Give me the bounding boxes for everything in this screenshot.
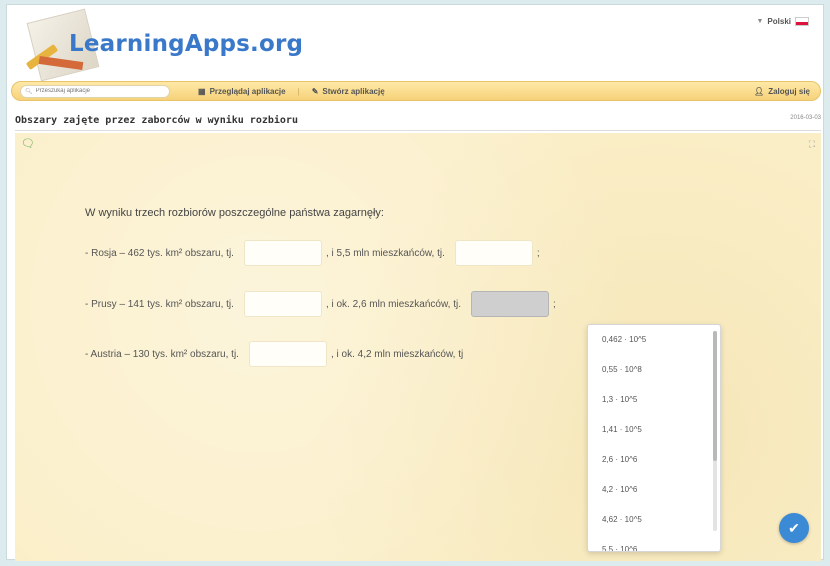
browse-apps-label: Przeglądaj aplikacje <box>209 86 286 96</box>
answer-blank[interactable] <box>243 291 322 317</box>
dropdown-option[interactable]: 0,462 · 10^5 <box>588 325 720 355</box>
pencil-icon: ✎ <box>311 86 319 96</box>
logo[interactable]: LearningApps.org <box>17 8 317 82</box>
login-link[interactable]: 👤︎ Zaloguj się <box>754 87 810 96</box>
dropdown-option[interactable]: 5,5 · 10^6 <box>588 535 720 551</box>
app-date: 2016-03-03 <box>790 115 821 121</box>
dropdown-scrollbar[interactable] <box>713 331 717 531</box>
line-text: - Rosja – 462 tys. km² obszaru, tj. <box>85 247 234 259</box>
answer-blank[interactable] <box>243 240 322 266</box>
answer-blank[interactable] <box>454 240 533 266</box>
logo-text: LearningApps.org <box>69 31 304 57</box>
fullscreen-icon[interactable]: ⛶ <box>809 139 815 150</box>
login-label: Zaloguj się <box>768 86 810 96</box>
app-title: Obszary zajęte przez zaborców w wyniku r… <box>15 115 298 126</box>
dropdown-option[interactable]: 4,2 · 10^6 <box>588 475 720 505</box>
help-icon[interactable]: 🗨︎ <box>21 139 35 150</box>
line-text: , i ok. 4,2 mln mieszkańców, tj <box>330 348 464 360</box>
scrollbar-thumb[interactable] <box>713 331 717 461</box>
nav-divider: | <box>297 86 300 96</box>
dropdown-option[interactable]: 1,41 · 10^5 <box>588 415 720 445</box>
check-icon: ✔ <box>788 519 800 536</box>
intro-text: W wyniku trzech rozbiorów poszczególne p… <box>85 207 384 219</box>
answer-blank-active[interactable] <box>471 291 549 317</box>
create-app-link[interactable]: ✎ Stwórz aplikację <box>312 87 385 96</box>
language-label: Polski <box>767 17 791 26</box>
dropdown-option[interactable]: 2,6 · 10^6 <box>588 445 720 475</box>
answer-dropdown: 0,462 · 10^5 0,55 · 10^8 1,3 · 10^5 1,41… <box>587 324 721 552</box>
line-text: , i 5,5 mln mieszkańców, tj. <box>325 247 445 259</box>
question-line-prussia: - Prusy – 141 tys. km² obszaru, tj. , i … <box>85 291 556 317</box>
line-text: - Prusy – 141 tys. km² obszaru, tj. <box>85 298 234 310</box>
user-icon: 👤︎ <box>754 86 765 96</box>
app-title-row: Obszary zajęte przez zaborców w wyniku r… <box>15 113 821 131</box>
dropdown-option[interactable]: 1,3 · 10^5 <box>588 385 720 415</box>
answer-blank[interactable] <box>248 341 327 367</box>
line-end: ; <box>553 298 556 310</box>
line-end: ; <box>536 247 540 259</box>
language-selector[interactable]: ▼ Polski <box>756 17 809 26</box>
page: LearningApps.org ▼ Polski 🔍︎ ▦ Przegląda… <box>6 4 824 561</box>
create-app-label: Stwórz aplikację <box>322 86 385 96</box>
nav-bar: 🔍︎ ▦ Przeglądaj aplikacje | ✎ Stwórz apl… <box>11 81 821 101</box>
search-icon: 🔍︎ <box>25 88 33 95</box>
dropdown-option[interactable]: 0,55 · 10^8 <box>588 355 720 385</box>
question-line-russia: - Rosja – 462 tys. km² obszaru, tj. , i … <box>85 240 540 266</box>
line-text: , i ok. 2,6 mln mieszkańców, tj. <box>325 298 461 310</box>
line-text: - Austria – 130 tys. km² obszaru, tj. <box>85 348 239 360</box>
search-input[interactable] <box>35 88 156 94</box>
chevron-down-icon: ▼ <box>756 18 764 25</box>
poland-flag-icon <box>795 17 809 26</box>
search-box: 🔍︎ <box>20 84 170 98</box>
question-line-austria: - Austria – 130 tys. km² obszaru, tj. , … <box>85 341 463 367</box>
app-canvas: 🗨︎ ⛶ W wyniku trzech rozbiorów poszczegó… <box>15 133 821 561</box>
dropdown-option[interactable]: 4,62 · 10^5 <box>588 505 720 535</box>
grid-icon: ▦ <box>198 86 206 96</box>
check-answers-button[interactable]: ✔ <box>779 513 809 543</box>
browse-apps-link[interactable]: ▦ Przeglądaj aplikacje <box>198 87 286 96</box>
